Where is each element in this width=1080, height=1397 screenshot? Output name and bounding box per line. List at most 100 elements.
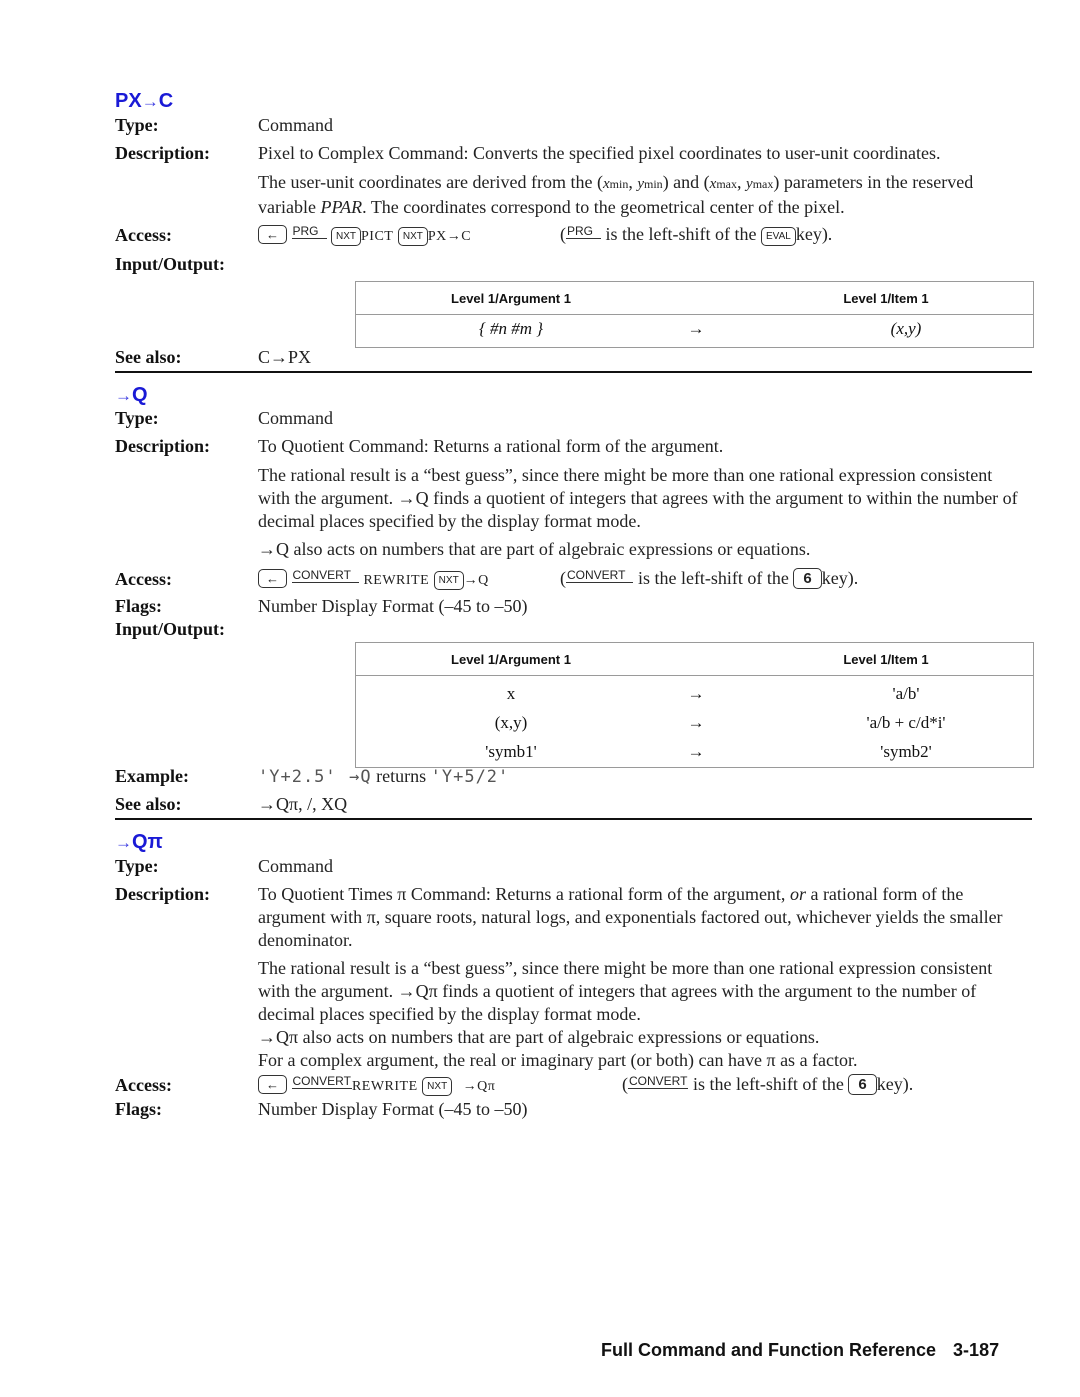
example-input: 'Y+2.5' <box>258 767 337 787</box>
example-value: 'Y+2.5' →Q returns 'Y+5/2' <box>258 765 509 789</box>
description-part: To Quotient Times π Command: Returns a r… <box>258 884 786 904</box>
input-output-label: Input/Output: <box>115 619 226 639</box>
table-row: { #n #m } → (x,y) <box>356 315 1033 347</box>
note-end: key). <box>821 568 859 588</box>
access-label: Access: <box>115 225 172 245</box>
entry-title-to-q-pi: →Qπ <box>115 831 163 854</box>
page-footer: Full Command and Function Reference 3-18… <box>601 1340 999 1361</box>
description-or: or <box>789 884 806 904</box>
nxt-key-icon: NXT <box>422 1077 453 1096</box>
left-shift-key-icon: ←︎ <box>258 225 287 244</box>
rewrite-menu: REWRITE <box>351 1079 418 1094</box>
flags-label: Flags: <box>115 596 162 616</box>
section-divider <box>115 818 1032 820</box>
example-command: →Q <box>349 767 372 787</box>
io-table: Level 1/Argument 1 Level 1/Item 1 { #n #… <box>355 281 1034 348</box>
flags-label: Flags: <box>115 1099 162 1119</box>
io-arg: x <box>506 684 516 703</box>
access-label: Access: <box>115 569 172 589</box>
footer-section: Full Command and Function Reference <box>601 1340 937 1360</box>
convert-menu-label: CONVERT <box>628 1074 689 1089</box>
access-note: (PRG is the left-shift of the EVAL key). <box>560 223 832 246</box>
convert-menu-label: CONVERT <box>291 569 359 583</box>
io-arrow: → <box>687 684 705 703</box>
note-end: key). <box>795 224 833 244</box>
header-argument: Level 1/Argument 1 <box>451 652 571 667</box>
description-label: Description: <box>115 884 210 904</box>
io-arrow: → <box>687 742 705 761</box>
title-suffix: Qπ <box>132 831 163 853</box>
pict-menu: PICT <box>361 229 394 244</box>
type-value: Command <box>258 408 333 428</box>
left-shift-key-icon: ←︎ <box>258 1075 287 1094</box>
description-detail: The rational result is a “best guess”, s… <box>258 465 1018 531</box>
left-shift-key-icon: ←︎ <box>258 569 287 588</box>
io-result: 'a/b' <box>892 684 920 703</box>
io-arrow: → <box>687 319 705 338</box>
table-row: x → 'a/b' <box>356 680 1033 709</box>
flags-value: Number Display Format (–45 to –50) <box>258 1099 528 1119</box>
io-table-header: Level 1/Argument 1 Level 1/Item 1 <box>356 643 1033 676</box>
description-label: Description: <box>115 143 210 163</box>
description-label: Description: <box>115 436 210 456</box>
to-q-menu: →Q <box>463 573 489 588</box>
title-suffix: Q <box>132 384 148 406</box>
see-also-label: See also: <box>115 347 182 367</box>
table-row: (x,y) → 'a/b + c/d*i' <box>356 709 1033 738</box>
title-suffix: C <box>158 90 174 112</box>
io-arg: (x,y) <box>494 713 528 732</box>
access-label: Access: <box>115 1075 172 1095</box>
header-item: Level 1/Item 1 <box>843 291 929 306</box>
title-arrow: → <box>115 386 132 405</box>
flags-value: Number Display Format (–45 to –50) <box>258 596 528 616</box>
description-text: Pixel to Complex Command: Converts the s… <box>258 143 941 163</box>
rewrite-menu: REWRITE <box>363 573 430 588</box>
note-text: is the left-shift of the <box>637 568 789 588</box>
io-table: Level 1/Argument 1 Level 1/Item 1 x → 'a… <box>355 642 1034 768</box>
description-text: To Quotient Command: Returns a rational … <box>258 436 724 456</box>
description-detail: The rational result is a “best guess”, s… <box>258 958 993 1024</box>
example-output: 'Y+5/2' <box>430 767 510 787</box>
title-arrow: → <box>115 833 132 852</box>
input-output-label: Input/Output: <box>115 254 226 274</box>
title-arrow: → <box>141 92 159 111</box>
description-note: →Q also acts on numbers that are part of… <box>258 539 811 559</box>
io-result: (x,y) <box>890 319 922 338</box>
title-prefix: PX <box>115 90 142 112</box>
note-end: key). <box>876 1074 914 1094</box>
io-arg: 'symb1' <box>485 742 537 761</box>
px-to-c-menu: PX→C <box>427 229 472 244</box>
example-label: Example: <box>115 766 189 786</box>
type-value: Command <box>258 115 333 135</box>
io-table-header: Level 1/Argument 1 Level 1/Item 1 <box>356 282 1033 315</box>
type-value: Command <box>258 856 333 876</box>
six-key-icon: 6 <box>848 1074 877 1095</box>
description-complex-note: For a complex argument, the real or imag… <box>258 1050 858 1070</box>
prg-menu-label: PRG <box>291 225 327 239</box>
description-detail: The user-unit coordinates are derived fr… <box>258 172 974 217</box>
convert-menu-label: CONVERT <box>566 569 634 583</box>
access-sequence: ←︎ CONVERT REWRITE NXT →Q <box>258 567 489 592</box>
note-text: is the left-shift of the <box>692 1074 844 1094</box>
nxt-key-icon: NXT <box>433 571 464 590</box>
nxt-key-icon: NXT <box>397 227 428 246</box>
header-argument: Level 1/Argument 1 <box>451 291 571 306</box>
description-text: To Quotient Times π Command: Returns a r… <box>258 883 1028 952</box>
entry-title-px-to-c: PX→C <box>115 90 173 113</box>
convert-menu-label: CONVERT <box>291 1074 352 1089</box>
nxt-key-icon: NXT <box>331 227 362 246</box>
access-note: (CONVERT is the left-shift of the 6 key). <box>560 567 858 590</box>
to-q-pi-menu: →Qπ <box>462 1079 496 1094</box>
description-note: →Qπ also acts on numbers that are part o… <box>258 1027 820 1047</box>
section-divider <box>115 371 1032 373</box>
see-also-label: See also: <box>115 794 182 814</box>
see-also-link[interactable]: →Qπ, /, XQ <box>258 793 347 816</box>
page-number: 3-187 <box>953 1340 1000 1360</box>
header-item: Level 1/Item 1 <box>843 652 929 667</box>
six-key-icon: 6 <box>793 568 822 589</box>
see-also-link[interactable]: C→PX <box>258 346 311 369</box>
entry-title-to-q: →Q <box>115 384 148 407</box>
io-arrow: → <box>687 713 705 732</box>
note-text: is the left-shift of the <box>605 224 757 244</box>
io-result: 'a/b + c/d*i' <box>866 713 946 732</box>
